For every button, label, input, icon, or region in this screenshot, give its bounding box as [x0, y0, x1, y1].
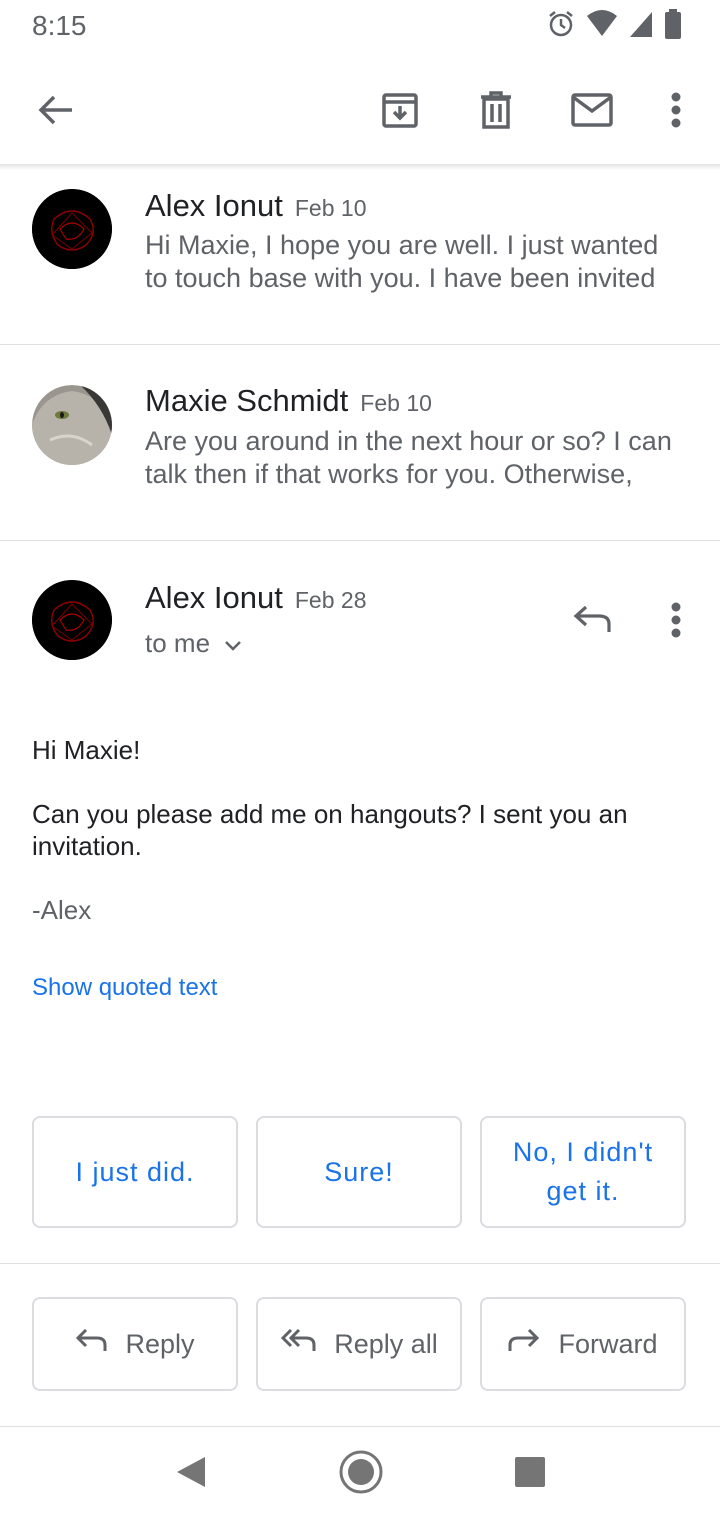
status-icons	[546, 8, 682, 44]
nav-back-icon	[175, 1455, 207, 1494]
back-button[interactable]	[26, 82, 86, 142]
reply-action-button[interactable]: Reply	[32, 1297, 238, 1391]
delete-button[interactable]	[466, 82, 526, 142]
nav-recents-button[interactable]	[505, 1449, 555, 1499]
message-greeting: Hi Maxie!	[32, 735, 141, 765]
divider	[0, 1263, 720, 1264]
smart-reply-button[interactable]: I just did.	[32, 1116, 238, 1228]
toolbar	[0, 60, 720, 164]
recipient-label: to me	[145, 628, 211, 658]
message-more-button[interactable]	[646, 592, 706, 652]
reply-label: Reply	[125, 1328, 195, 1359]
nav-back-button[interactable]	[166, 1449, 216, 1499]
mark-unread-icon	[571, 92, 613, 132]
more-options-button[interactable]	[646, 82, 706, 142]
divider	[0, 540, 720, 541]
reply-all-label: Reply all	[334, 1328, 438, 1359]
reply-button[interactable]	[562, 592, 622, 652]
reply-all-icon	[280, 1328, 316, 1360]
archive-icon	[381, 91, 419, 134]
archive-button[interactable]	[370, 82, 430, 142]
sender-name: Maxie Schmidt	[145, 383, 349, 418]
reply-icon	[75, 1328, 107, 1360]
more-vert-icon	[671, 602, 681, 643]
smart-reply-button[interactable]: No, I didn't get it.	[480, 1116, 686, 1228]
mark-unread-button[interactable]	[562, 82, 622, 142]
message-snippet: Hi Maxie, I hope you are well. I just wa…	[145, 230, 659, 293]
message-snippet: Are you around in the next hour or so? I…	[145, 426, 672, 489]
alarm-icon	[546, 9, 576, 44]
battery-icon	[664, 8, 682, 44]
wifi-icon	[586, 9, 618, 43]
forward-icon	[508, 1328, 540, 1360]
sender-name: Alex Ionut	[145, 580, 283, 615]
back-arrow-icon	[38, 94, 74, 131]
forward-action-button[interactable]: Forward	[480, 1297, 686, 1391]
message-body: Can you please add me on hangouts? I sen…	[32, 799, 628, 861]
cell-signal-icon	[628, 10, 654, 43]
status-time: 8:15	[32, 10, 87, 41]
recipient-toggle[interactable]: to me	[145, 628, 242, 659]
avatar	[32, 385, 112, 465]
message-signature: -Alex	[32, 895, 92, 925]
show-quoted-text-link[interactable]: Show quoted text	[32, 974, 217, 1002]
thread-item[interactable]: Maxie Schmidt Feb 10 Are you around in t…	[0, 345, 720, 540]
nav-home-icon	[338, 1449, 384, 1500]
reply-all-action-button[interactable]: Reply all	[256, 1297, 462, 1391]
more-vert-icon	[671, 92, 681, 133]
avatar	[32, 580, 112, 660]
delete-icon	[479, 90, 513, 134]
message-date: Feb 28	[294, 587, 367, 613]
chevron-down-icon	[224, 628, 242, 659]
nav-home-button[interactable]	[336, 1449, 386, 1499]
smart-reply-button[interactable]: Sure!	[256, 1116, 462, 1228]
nav-recents-icon	[514, 1456, 546, 1493]
thread-item[interactable]: Alex Ionut Feb 10 Hi Maxie, I hope you a…	[0, 170, 720, 344]
message-date: Feb 10	[294, 195, 367, 221]
message-header: Alex Ionut Feb 28	[145, 580, 366, 616]
message-date: Feb 10	[360, 390, 432, 416]
sender-name: Alex Ionut	[145, 188, 283, 223]
avatar	[32, 189, 112, 269]
forward-label: Forward	[558, 1328, 658, 1359]
system-nav-bar	[0, 1426, 720, 1521]
reply-icon	[573, 605, 611, 639]
